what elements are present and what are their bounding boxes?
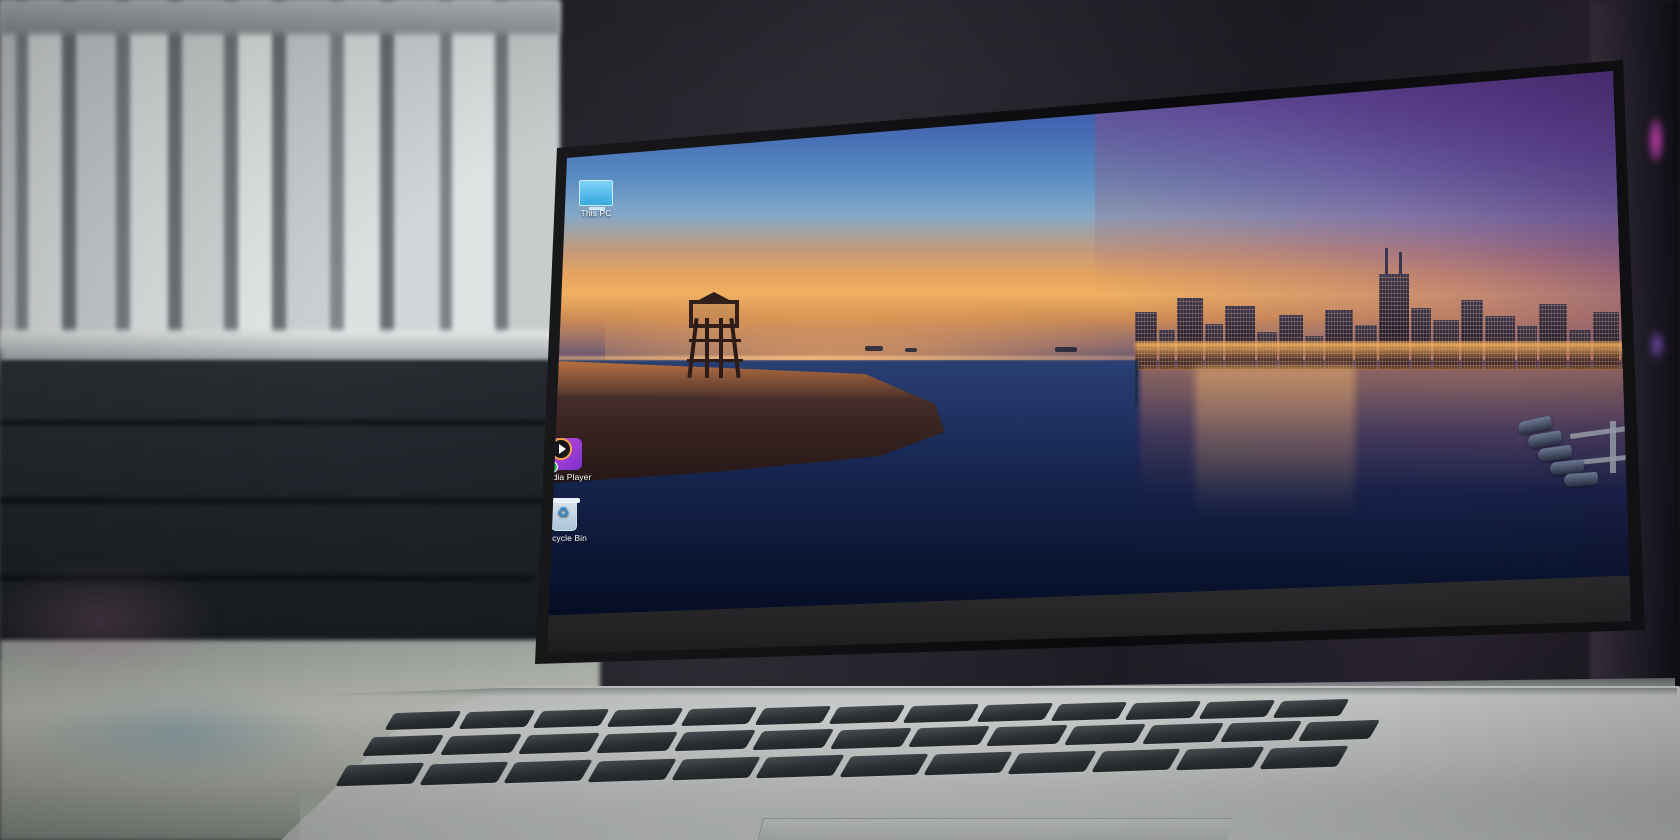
wallpaper-post xyxy=(1135,360,1138,406)
wallpaper-lighthouse-tower xyxy=(681,292,749,379)
wallpaper-boat xyxy=(905,348,917,352)
desktop-icon-recycle-bin[interactable]: ♻ Recycle Bin xyxy=(547,498,601,544)
screenshot-scene: Neeraj Paruthi This PC ✓ Media Player ♻ xyxy=(0,0,1680,840)
desktop-icon-folder[interactable]: Neeraj Paruthi xyxy=(557,95,631,140)
desktop-icon-media-player[interactable]: ✓ Media Player xyxy=(547,438,603,483)
folder-icon xyxy=(577,95,611,127)
desktop-wallpaper xyxy=(547,71,1631,654)
laptop-trackpad[interactable] xyxy=(757,818,1233,840)
wallpaper-city-lights xyxy=(1135,342,1631,368)
desktop-icon-this-pc[interactable]: This PC xyxy=(559,180,633,219)
wallpaper-boat xyxy=(865,346,883,351)
desktop-icon-label: Neeraj Paruthi xyxy=(566,129,622,139)
taskbar-items: 27° Search b xyxy=(547,575,1631,654)
laptop-deck-edge xyxy=(277,688,1677,696)
recycle-bin-icon: ♻ xyxy=(550,498,580,531)
wallpaper-city-reflection-2 xyxy=(1195,366,1355,556)
wallpaper-boat xyxy=(1055,347,1077,352)
laptop: Neeraj Paruthi This PC ✓ Media Player ♻ xyxy=(0,0,1680,840)
laptop-screen: Neeraj Paruthi This PC ✓ Media Player ♻ xyxy=(547,71,1631,654)
this-pc-icon xyxy=(579,180,613,210)
